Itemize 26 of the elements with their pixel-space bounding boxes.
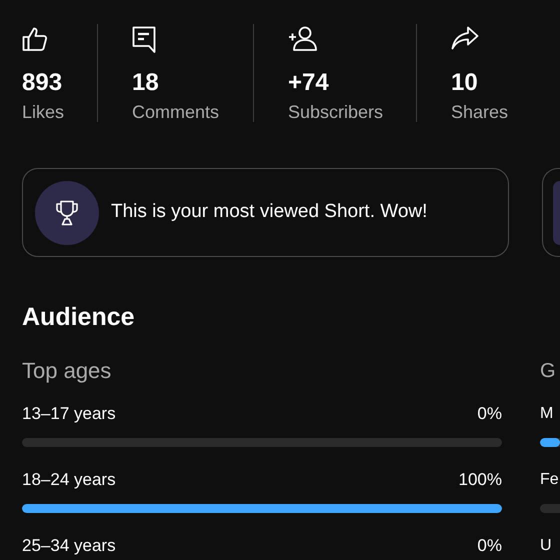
highlight-message: This is your most viewed Short. Wow! [111, 200, 428, 224]
stat-label: Shares [451, 101, 508, 124]
percentage-value: 0% [477, 535, 502, 557]
stat-value: 10 [451, 68, 478, 98]
stat-value: 893 [22, 68, 62, 98]
stat-value: +74 [288, 68, 329, 98]
thumbs-up-icon [22, 26, 48, 52]
trophy-icon [55, 200, 79, 226]
share-arrow-icon [451, 26, 479, 50]
stat-label: Comments [132, 101, 220, 124]
row-label: U [540, 536, 552, 556]
stat-label: Likes [22, 101, 64, 124]
section-heading: Audience [22, 302, 136, 332]
add-person-icon [288, 26, 318, 52]
subsection-heading: Top ages [22, 357, 112, 385]
stat-label: Subscribers [288, 101, 384, 124]
row-label: M [540, 404, 554, 424]
age-range-label: 18–24 years [22, 469, 116, 491]
stat-value: 18 [132, 68, 159, 98]
row-label: Fe [540, 470, 559, 490]
age-range-label: 13–17 years [22, 403, 116, 425]
comment-icon [132, 26, 156, 54]
subsection-heading: G [540, 359, 556, 384]
age-range-label: 25–34 years [22, 535, 116, 557]
percentage-value: 0% [477, 403, 502, 425]
percentage-value: 100% [458, 469, 502, 491]
